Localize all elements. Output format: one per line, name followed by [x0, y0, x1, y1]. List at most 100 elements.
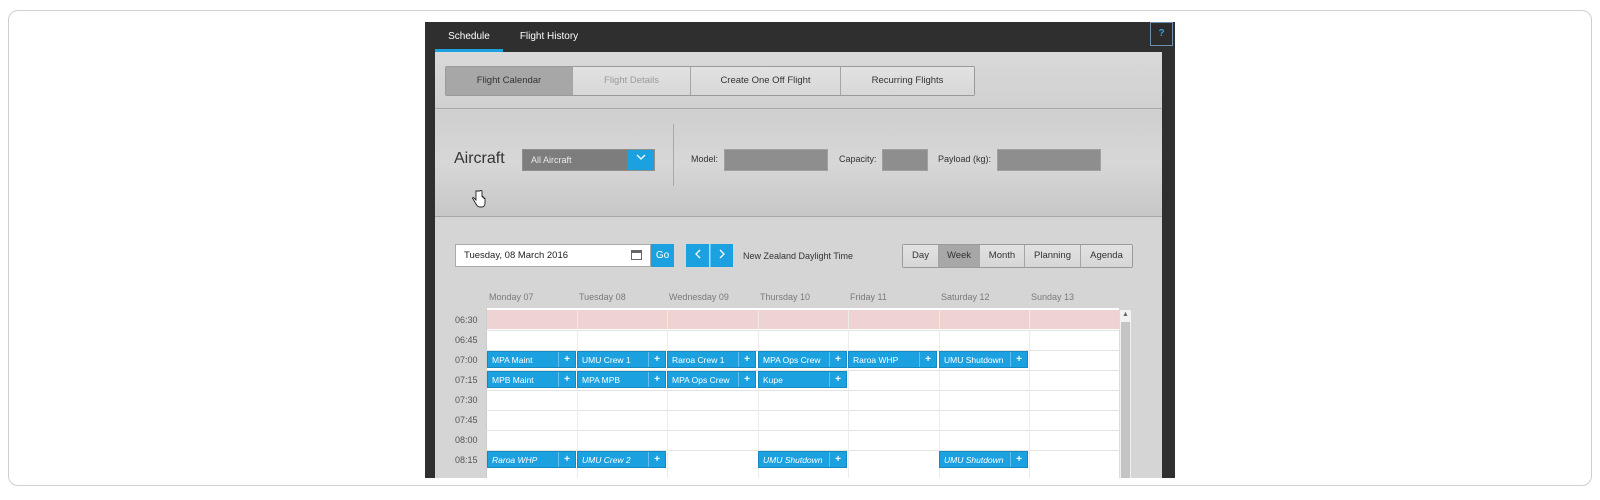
capacity-label: Capacity:	[839, 154, 877, 164]
day-header: Friday 11	[850, 292, 887, 302]
flight-event-label: MPA Maint	[492, 355, 533, 365]
scroll-thumb[interactable]	[1121, 322, 1130, 478]
time-label: 07:15	[455, 375, 478, 385]
subtab-recurring-flights[interactable]: Recurring Flights	[841, 67, 974, 95]
flight-event-label: MPA Ops Crew	[672, 375, 730, 385]
day-header: Sunday 13	[1031, 292, 1075, 302]
plus-icon[interactable]: +	[1010, 452, 1027, 467]
flight-event[interactable]: UMU Shutdown +	[939, 351, 1028, 368]
aircraft-select[interactable]: All Aircraft	[522, 149, 655, 171]
model-field	[724, 149, 828, 171]
plus-icon[interactable]: +	[648, 372, 665, 387]
schedule-panel: Flight Calendar Flight Details Create On…	[435, 52, 1162, 478]
plus-icon[interactable]: +	[829, 452, 846, 467]
flight-event[interactable]: MPA MPB +	[577, 371, 666, 388]
day-header: Thursday 10	[760, 292, 811, 302]
plus-icon[interactable]: +	[1010, 352, 1027, 367]
payload-label: Payload (kg):	[938, 154, 992, 164]
flight-event-label: MPA Ops Crew	[763, 355, 821, 365]
grid-line	[486, 330, 1119, 331]
grid-line	[486, 430, 1119, 431]
day-header: Saturday 12	[941, 292, 990, 302]
flight-event-label: MPA MPB	[582, 375, 621, 385]
model-label: Model:	[691, 154, 719, 164]
view-day-button[interactable]: Day	[903, 245, 939, 267]
flight-event-label: UMU Shutdown	[944, 455, 1004, 465]
view-agenda-button[interactable]: Agenda	[1081, 245, 1132, 267]
flight-event[interactable]: UMU Crew 1 +	[577, 351, 666, 368]
flight-event-label: MPB Maint	[492, 375, 534, 385]
subtab-create-one-off-flight[interactable]: Create One Off Flight	[691, 67, 841, 95]
plus-icon[interactable]: +	[919, 352, 936, 367]
flight-event[interactable]: Raroa Crew 1 +	[667, 351, 756, 368]
previous-week-button[interactable]	[686, 244, 709, 267]
flight-event[interactable]: Kupe +	[758, 371, 847, 388]
flight-event-label: UMU Crew 2	[582, 455, 631, 465]
calendar-icon[interactable]	[631, 250, 642, 260]
timezone-label: New Zealand Daylight Time	[743, 251, 854, 261]
grid-line	[667, 310, 668, 478]
capacity-field	[882, 149, 928, 171]
go-button[interactable]: Go	[651, 244, 674, 267]
flight-event[interactable]: MPA Ops Crew +	[758, 351, 847, 368]
chevron-right-icon	[719, 249, 725, 259]
time-label: 07:00	[455, 355, 478, 365]
plus-icon[interactable]: +	[558, 452, 575, 467]
top-tab-bar: Schedule Flight History ?	[425, 22, 1175, 52]
flight-event[interactable]: Raroa WHP +	[848, 351, 937, 368]
aircraft-filter-section: Aircraft All Aircraft Model: Capacity: P…	[435, 110, 1162, 217]
view-month-button[interactable]: Month	[980, 245, 1025, 267]
flight-event-label: UMU Shutdown	[944, 355, 1004, 365]
tab-flight-history[interactable]: Flight History	[513, 22, 585, 52]
payload-field	[997, 149, 1101, 171]
aircraft-select-value: All Aircraft	[531, 155, 572, 165]
plus-icon[interactable]: +	[829, 352, 846, 367]
plus-icon[interactable]: +	[558, 352, 575, 367]
date-input[interactable]: Tuesday, 08 March 2016	[455, 244, 651, 267]
time-label: 07:45	[455, 415, 478, 425]
plus-icon[interactable]: +	[648, 352, 665, 367]
view-switcher: Day Week Month Planning Agenda	[902, 244, 1133, 268]
flight-schedule-app: Schedule Flight History ? Flight Calenda…	[425, 22, 1175, 478]
subtab-flight-details: Flight Details	[573, 67, 691, 95]
section-divider	[673, 124, 674, 186]
flight-event[interactable]: UMU Crew 2 +	[577, 451, 666, 468]
flight-event[interactable]: MPA Maint +	[487, 351, 576, 368]
plus-icon[interactable]: +	[648, 452, 665, 467]
flight-event-label: Raroa WHP	[492, 455, 538, 465]
subtab-flight-calendar[interactable]: Flight Calendar	[446, 67, 573, 95]
view-week-button[interactable]: Week	[939, 245, 980, 267]
flight-event[interactable]: UMU Shutdown +	[939, 451, 1028, 468]
subtab-bar: Flight Calendar Flight Details Create On…	[435, 52, 1162, 109]
flight-event-label: UMU Crew 1	[582, 355, 631, 365]
aircraft-heading: Aircraft	[454, 150, 505, 167]
hand-cursor-icon	[471, 189, 487, 213]
calendar-scrollbar[interactable]: ▲	[1119, 310, 1131, 478]
plus-icon[interactable]: +	[738, 352, 755, 367]
time-label: 08:00	[455, 435, 478, 445]
day-header: Tuesday 08	[579, 292, 626, 302]
flight-event-label: UMU Shutdown	[763, 455, 823, 465]
flight-event[interactable]: UMU Shutdown +	[758, 451, 847, 468]
view-planning-button[interactable]: Planning	[1025, 245, 1081, 267]
scroll-up-icon[interactable]: ▲	[1120, 310, 1131, 320]
flight-event[interactable]: Raroa WHP +	[487, 451, 576, 468]
time-label: 06:45	[455, 335, 478, 345]
grid-line	[848, 310, 849, 478]
flight-event-label: Raroa Crew 1	[672, 355, 725, 365]
next-week-button[interactable]	[710, 244, 733, 267]
tab-schedule[interactable]: Schedule	[435, 22, 503, 52]
flight-event[interactable]: MPB Maint +	[487, 371, 576, 388]
plus-icon[interactable]: +	[738, 372, 755, 387]
plus-icon[interactable]: +	[829, 372, 846, 387]
current-time-band	[487, 310, 1120, 329]
help-button[interactable]: ?	[1150, 22, 1173, 46]
time-label: 07:30	[455, 395, 478, 405]
plus-icon[interactable]: +	[558, 372, 575, 387]
subtab-group: Flight Calendar Flight Details Create On…	[445, 66, 975, 96]
chevron-down-icon[interactable]	[627, 150, 654, 170]
grid-line	[486, 410, 1119, 411]
time-label: 06:30	[455, 315, 478, 325]
grid-line	[1029, 310, 1030, 478]
flight-event[interactable]: MPA Ops Crew +	[667, 371, 756, 388]
